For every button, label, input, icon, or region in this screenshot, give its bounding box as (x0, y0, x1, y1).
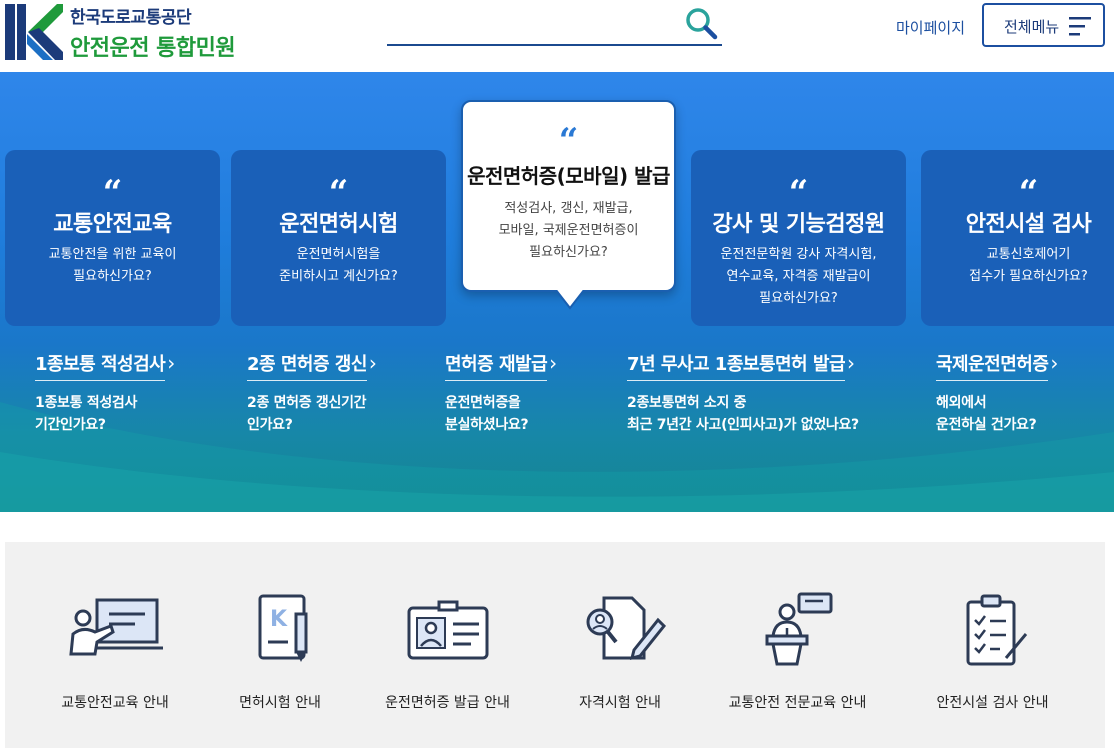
page: 한국도로교통공단 안전운전 통합민원 마이페이지 전체메뉴 “ 교통안전교육 교… (0, 0, 1114, 748)
hero-section: “ 교통안전교육 교통안전을 위한 교육이 필요하신가요? “ 운전면허시험 운… (0, 72, 1114, 512)
link-desc: 운전면허증을 분실하셨나요? (445, 395, 529, 433)
document-pen-icon: K (258, 594, 308, 662)
id-card-icon (407, 600, 489, 660)
card-safety-facility-inspection[interactable]: “ 안전시설 검사 교통신호제어기 접수가 필요하신가요? (921, 150, 1114, 326)
all-menu-label: 전체메뉴 (1004, 18, 1060, 36)
chevron-right-icon: › (167, 351, 175, 375)
search-icon[interactable] (684, 6, 718, 40)
kotsa-logo-icon[interactable] (5, 4, 63, 60)
teacher-board-icon (69, 598, 163, 656)
chevron-right-icon: › (549, 351, 557, 375)
link-desc: 1종보통 적성검사 기간인가요? (35, 395, 138, 433)
header: 한국도로교통공단 안전운전 통합민원 마이페이지 전체메뉴 (0, 0, 1114, 72)
card-instructor-examiner[interactable]: “ 강사 및 기능검정원 운전전문학원 강사 자격시험, 연수교육, 자격증 재… (691, 150, 906, 326)
svg-text:K: K (270, 607, 288, 632)
quote-icon: “ (328, 173, 349, 213)
mypage-link[interactable]: 마이페이지 (896, 17, 965, 38)
link-desc: 해외에서 운전하실 건가요? (936, 395, 1037, 433)
site-title[interactable]: 안전운전 통합민원 (70, 30, 236, 62)
guide-expert-education[interactable]: 교통안전 전문교육 안내 (710, 592, 885, 732)
link-label: 2종 면허증 갱신 (247, 354, 367, 381)
guide-section: 교통안전교육 안내 K 면허시험 안내 운전면허증 발급 안내 자격시험 안내 … (5, 542, 1105, 748)
link-7year-class1-issuance[interactable]: 7년 무사고 1종보통면허 발급 › (627, 350, 855, 381)
link-international-license[interactable]: 국제운전면허증 › (936, 350, 1058, 381)
card-desc: 운전전문학원 강사 자격시험, 연수교육, 자격증 재발급이 필요하신가요? (720, 247, 877, 306)
hero-wave-decoration (0, 402, 1114, 512)
card-license-issuance-active[interactable]: “ 운전면허증(모바일) 발급 적성검사, 갱신, 재발급, 모바일, 국제운전… (461, 100, 676, 292)
guide-license-test[interactable]: K 면허시험 안내 (215, 592, 345, 732)
link-label: 7년 무사고 1종보통면허 발급 (627, 354, 846, 381)
guide-traffic-safety-education[interactable]: 교통안전교육 안내 (45, 592, 185, 732)
quote-icon: “ (102, 173, 123, 213)
card-desc: 교통신호제어기 접수가 필요하신가요? (969, 247, 1088, 284)
guide-facility-inspection[interactable]: 안전시설 검사 안내 (920, 592, 1065, 732)
chevron-right-icon: › (368, 351, 377, 375)
quote-icon: “ (558, 121, 579, 161)
guide-label: 교통안전 전문교육 안내 (728, 695, 867, 711)
link-desc: 2종보통면허 소지 중 최근 7년간 사고(인피사고)가 없었나요? (627, 395, 859, 433)
card-title: 운전면허시험 (279, 212, 398, 237)
link-desc: 2종 면허증 갱신기간 인가요? (247, 395, 367, 433)
card-desc: 적성검사, 갱신, 재발급, 모바일, 국제운전면허증이 필요하신가요? (498, 201, 639, 260)
link-label: 면허증 재발급 (445, 354, 548, 381)
link-license-reissue[interactable]: 면허증 재발급 › (445, 350, 557, 381)
guide-label: 교통안전교육 안내 (61, 695, 169, 711)
card-traffic-safety-education[interactable]: “ 교통안전교육 교통안전을 위한 교육이 필요하신가요? (5, 150, 220, 326)
guide-label: 안전시설 검사 안내 (936, 695, 1049, 711)
card-desc: 운전면허시험을 준비하시고 계신가요? (279, 247, 398, 284)
search-bar[interactable] (387, 4, 722, 46)
card-desc: 교통안전을 위한 교육이 필요하신가요? (48, 247, 177, 284)
guide-label: 면허시험 안내 (239, 695, 321, 711)
guide-label: 운전면허증 발급 안내 (385, 695, 510, 711)
card-title: 강사 및 기능검정원 (712, 212, 885, 237)
quote-icon: “ (1018, 173, 1039, 213)
card-driver-license-test[interactable]: “ 운전면허시험 운전면허시험을 준비하시고 계신가요? (231, 150, 446, 326)
active-card-pointer (556, 290, 584, 310)
all-menu-button[interactable]: 전체메뉴 (982, 3, 1105, 47)
guide-qualification-test[interactable]: 자격시험 안내 (560, 592, 680, 732)
org-name: 한국도로교통공단 (70, 8, 192, 28)
guide-label: 자격시험 안내 (579, 695, 661, 711)
card-title: 운전면허증(모바일) 발급 (467, 164, 670, 188)
link-class1-aptitude-test[interactable]: 1종보통 적성검사 › (35, 350, 175, 381)
card-title: 안전시설 검사 (965, 212, 1092, 237)
chevron-right-icon: › (1050, 351, 1058, 375)
magnifier-pen-icon (586, 596, 667, 661)
lecturer-podium-icon (765, 592, 833, 666)
quote-icon: “ (788, 173, 809, 213)
link-label: 국제운전면허증 (936, 354, 1049, 381)
guide-license-issuance[interactable]: 운전면허증 발급 안내 (365, 592, 530, 732)
link-class2-renewal[interactable]: 2종 면허증 갱신 › (247, 350, 377, 381)
link-label: 1종보통 적성검사 (35, 354, 166, 381)
card-title: 교통안전교육 (53, 212, 172, 237)
hamburger-icon (1069, 17, 1091, 36)
chevron-right-icon: › (847, 351, 855, 375)
clipboard-checklist-icon (966, 594, 1028, 666)
